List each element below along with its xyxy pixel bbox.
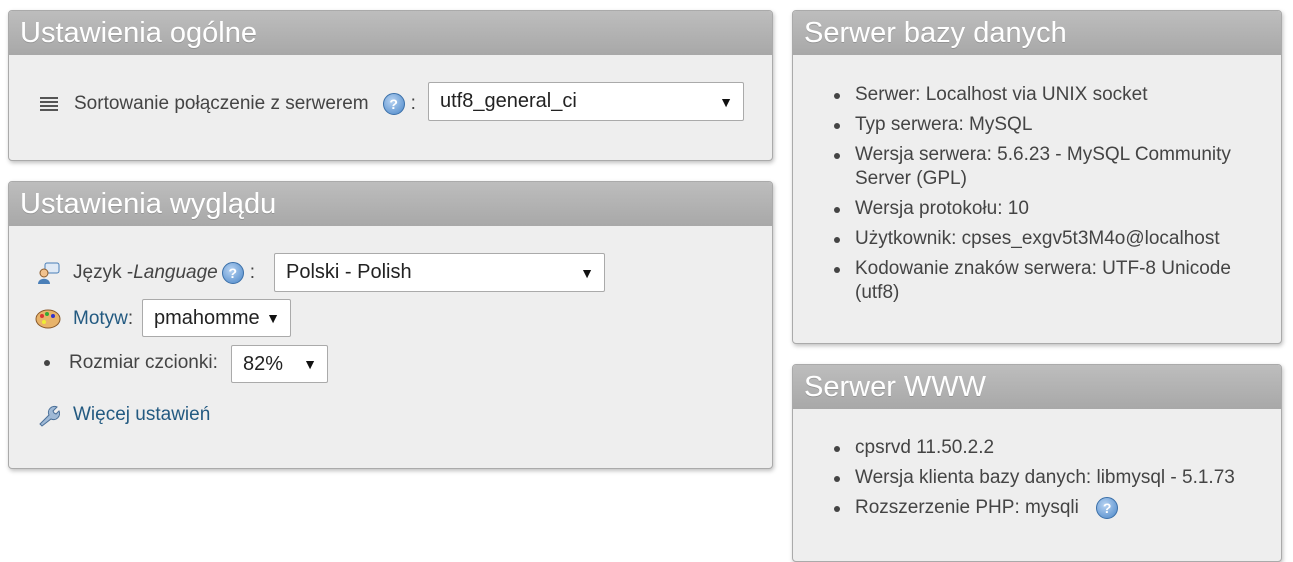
colon: : bbox=[249, 262, 256, 283]
font-size-row: Rozmiar czcionki: bbox=[44, 352, 218, 374]
collation-row: Sortowanie połączenie z serwerem ? : bbox=[36, 91, 416, 117]
language-select[interactable]: Polski - Polish ▼ bbox=[274, 253, 605, 292]
theme-row: Motyw : bbox=[35, 306, 133, 332]
list-item: Użytkownik: cpses_exgv5t3M4o@localhost bbox=[825, 227, 1265, 251]
language-label: Język - bbox=[73, 262, 134, 283]
bullet bbox=[44, 360, 50, 366]
list-item: Serwer: Localhost via UNIX socket bbox=[825, 83, 1265, 107]
list-item: Typ serwera: MySQL bbox=[825, 113, 1265, 137]
list-item: Kodowanie znaków serwera: UTF-8 Unicode … bbox=[825, 257, 1265, 305]
colon: : bbox=[410, 93, 416, 114]
theme-select[interactable]: pmahomme ▼ bbox=[142, 299, 291, 337]
collation-label: Sortowanie połączenie z serwerem bbox=[74, 93, 369, 114]
colon: : bbox=[127, 308, 134, 329]
language-icon bbox=[35, 260, 61, 286]
database-server-panel: Serwer bazy danych Serwer: Localhost via… bbox=[792, 10, 1282, 344]
php-extension-text: Rozszerzenie PHP: mysqli bbox=[855, 497, 1079, 518]
db-server-info-list: Serwer: Localhost via UNIX socket Typ se… bbox=[825, 83, 1265, 311]
help-icon[interactable]: ? bbox=[221, 262, 244, 284]
help-icon[interactable]: ? bbox=[1096, 496, 1119, 519]
more-settings-row: Więcej ustawień bbox=[35, 402, 210, 428]
chevron-down-icon: ▼ bbox=[303, 356, 317, 372]
palette-icon bbox=[35, 306, 61, 332]
wrench-icon bbox=[35, 402, 61, 428]
theme-link[interactable]: Motyw bbox=[73, 308, 128, 330]
panel-title: Serwer bazy danych bbox=[793, 11, 1281, 55]
collation-select[interactable]: utf8_general_ci ▼ bbox=[428, 82, 744, 121]
panel-title: Ustawienia wyglądu bbox=[9, 182, 772, 226]
chevron-down-icon: ▼ bbox=[719, 93, 733, 110]
list-item: Wersja klienta bazy danych: libmysql - 5… bbox=[825, 466, 1265, 490]
font-size-select[interactable]: 82% ▼ bbox=[231, 345, 328, 383]
appearance-settings-panel: Ustawienia wyglądu Język - Language ? : … bbox=[8, 181, 773, 469]
web-server-panel: Serwer WWW cpsrvd 11.50.2.2 Wersja klien… bbox=[792, 364, 1282, 562]
chevron-down-icon: ▼ bbox=[266, 310, 280, 326]
language-label-en: Language bbox=[133, 262, 218, 283]
language-row: Język - Language ? : bbox=[35, 260, 255, 286]
font-size-label: Rozmiar czcionki: bbox=[69, 352, 218, 373]
list-icon bbox=[36, 91, 62, 117]
list-item: cpsrvd 11.50.2.2 bbox=[825, 436, 1265, 460]
font-size-value: 82% bbox=[243, 352, 284, 375]
help-icon[interactable]: ? bbox=[382, 93, 405, 115]
list-item: Wersja serwera: 5.6.23 - MySQL Community… bbox=[825, 143, 1265, 191]
language-value: Polski - Polish bbox=[286, 261, 412, 283]
list-item: Rozszerzenie PHP: mysqli ? bbox=[825, 496, 1265, 520]
theme-value: pmahomme bbox=[154, 306, 260, 329]
list-item: Wersja protokołu: 10 bbox=[825, 197, 1265, 221]
panel-title: Serwer WWW bbox=[793, 365, 1281, 409]
general-settings-panel: Ustawienia ogólne Sortowanie połączenie … bbox=[8, 10, 773, 161]
web-server-info-list: cpsrvd 11.50.2.2 Wersja klienta bazy dan… bbox=[825, 436, 1265, 526]
chevron-down-icon: ▼ bbox=[580, 264, 594, 281]
panel-title: Ustawienia ogólne bbox=[9, 11, 772, 55]
more-settings-link[interactable]: Więcej ustawień bbox=[73, 404, 210, 426]
collation-value: utf8_general_ci bbox=[440, 90, 577, 112]
